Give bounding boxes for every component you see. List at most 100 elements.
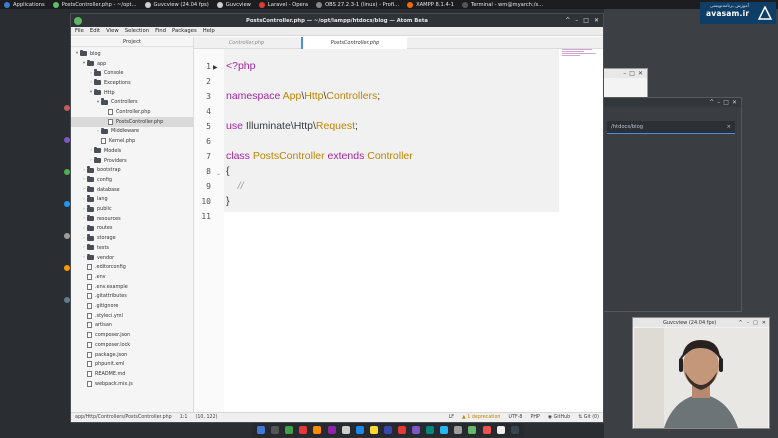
tree-folder[interactable]: › storage <box>71 233 193 243</box>
status-selection-count[interactable]: (10, 122) <box>195 415 217 420</box>
code-line[interactable]: use Illuminate\Http\Request; <box>226 120 358 132</box>
tree-file[interactable]: composer.lock <box>71 340 193 350</box>
close-icon[interactable]: ✕ <box>594 17 599 24</box>
minimize-icon[interactable]: – <box>575 17 578 24</box>
panel-task-5[interactable]: OBS 27.2.3-1 (linux) - Profi... <box>312 0 403 9</box>
tree-folder[interactable]: › tests <box>71 243 193 253</box>
restore-icon[interactable]: ^ <box>709 99 714 106</box>
tree-file[interactable]: .gitignore <box>71 301 193 311</box>
panel-task-4[interactable]: Laravel - Opera <box>255 0 312 9</box>
tree-file[interactable]: Controller.php <box>71 107 193 117</box>
webcam-window[interactable]: Guvcview (24.04 fps) ^ – □ ✕ <box>632 317 770 429</box>
tree-folder[interactable]: › Providers <box>71 156 193 166</box>
maximize-icon[interactable]: □ <box>629 70 635 77</box>
menu-packages[interactable]: Packages <box>172 28 197 34</box>
menu-file[interactable]: File <box>75 28 84 34</box>
path-field[interactable]: /htdocs/blog × <box>607 121 735 134</box>
minimize-icon[interactable]: – <box>623 70 626 77</box>
tree-file[interactable]: webpack.mix.js <box>71 379 193 389</box>
code-editor[interactable]: ▶ ⌄ 1 <?php 2 3 namespace App\Http\Controlle… <box>194 49 603 412</box>
code-line[interactable]: // <box>226 180 244 192</box>
dock-app-icon[interactable] <box>510 426 519 434</box>
tree-folder[interactable]: ▾ app <box>71 59 193 69</box>
dock-app-icon[interactable] <box>468 426 477 434</box>
background-window-small[interactable]: – □ ✕ <box>600 68 648 100</box>
status-cursor-position[interactable]: 1:1 <box>180 415 188 420</box>
dock-app-icon[interactable] <box>383 426 392 434</box>
tree-folder[interactable]: ▾ blog <box>71 49 193 59</box>
menu-view[interactable]: View <box>106 28 119 34</box>
dock-app-icon[interactable] <box>341 426 350 434</box>
tree-folder[interactable]: › vendor <box>71 253 193 263</box>
minimap[interactable] <box>562 49 602 61</box>
menu-find[interactable]: Find <box>155 28 166 34</box>
maximize-icon[interactable]: □ <box>583 17 589 24</box>
dock-app-icon[interactable] <box>369 426 378 434</box>
tree-folder[interactable]: › Models <box>71 146 193 156</box>
status-git[interactable]: ⇅ Git (0) <box>578 415 599 420</box>
tree-file[interactable]: package.json <box>71 350 193 360</box>
dock-app-icon[interactable] <box>257 426 266 434</box>
tree-folder[interactable]: › lang <box>71 195 193 205</box>
dock-app-icon[interactable] <box>313 426 322 434</box>
dock-app-icon[interactable] <box>271 426 280 434</box>
dock-app-icon[interactable] <box>327 426 336 434</box>
dock-app-icon[interactable] <box>355 426 364 434</box>
code-line[interactable]: { <box>226 165 230 177</box>
status-file-path[interactable]: app/Http/Controllers/PostsController.php <box>75 415 172 420</box>
dock-app-icon[interactable] <box>440 426 449 434</box>
panel-task-1[interactable]: PostsController.php - ~/opt... <box>49 0 141 9</box>
tree-folder[interactable]: › bootstrap <box>71 165 193 175</box>
menu-edit[interactable]: Edit <box>90 28 100 34</box>
menu-help[interactable]: Help <box>203 28 215 34</box>
panel-task-0[interactable]: Applications <box>0 0 49 9</box>
dock-app-icon[interactable] <box>426 426 435 434</box>
background-window-terminal[interactable]: ^ – □ ✕ /htdocs/blog × <box>602 97 742 312</box>
tree-file[interactable]: .editorconfig <box>71 262 193 272</box>
dock-app-icon[interactable] <box>482 426 491 434</box>
shade-icon[interactable]: ^ <box>738 320 742 326</box>
tree-file[interactable]: .styleci.yml <box>71 311 193 321</box>
panel-task-3[interactable]: Guvcview <box>213 0 255 9</box>
dock-app-icon[interactable] <box>496 426 505 434</box>
tree-folder[interactable]: ▾ Http <box>71 88 193 98</box>
dock-app-icon[interactable] <box>397 426 406 434</box>
tree-file[interactable]: .gitattributes <box>71 292 193 302</box>
shade-icon[interactable]: ^ <box>565 17 570 24</box>
close-icon[interactable]: ✕ <box>732 99 737 106</box>
tree-file[interactable]: PostsController.php <box>71 116 193 127</box>
tree-folder[interactable]: › config <box>71 175 193 185</box>
tree-folder[interactable]: › resources <box>71 214 193 224</box>
panel-task-2[interactable]: Guvcview (24.04 fps) <box>141 0 213 9</box>
maximize-icon[interactable]: □ <box>753 320 758 326</box>
close-icon[interactable]: ✕ <box>762 320 766 326</box>
dock-app-icon[interactable] <box>454 426 463 434</box>
status-deprecation[interactable]: ▲ 1 deprecation <box>462 415 500 420</box>
tree-file[interactable]: artisan <box>71 321 193 331</box>
tree-file[interactable]: README.md <box>71 369 193 379</box>
tree-folder[interactable]: › Console <box>71 68 193 78</box>
code-line[interactable]: <?php <box>226 60 256 72</box>
minimize-icon[interactable]: – <box>747 320 750 326</box>
close-icon[interactable]: ✕ <box>638 70 643 77</box>
status-github[interactable]: ◉ GitHub <box>548 415 570 420</box>
tree-file[interactable]: composer.json <box>71 330 193 340</box>
panel-task-7[interactable]: Terminal - wm@myarch:/s... <box>458 0 547 9</box>
tree-folder[interactable]: › Exceptions <box>71 78 193 88</box>
tree-folder[interactable]: › routes <box>71 224 193 234</box>
dock-app-icon[interactable] <box>285 426 294 434</box>
maximize-icon[interactable]: □ <box>723 99 729 106</box>
tree-folder[interactable]: ▾ Controllers <box>71 98 193 108</box>
code-line[interactable]: namespace App\Http\Controllers; <box>226 90 380 102</box>
minimize-icon[interactable]: – <box>717 99 720 106</box>
panel-task-6[interactable]: XAMPP 8.1.4-1 <box>403 0 458 9</box>
code-line[interactable]: } <box>226 195 230 207</box>
status-encoding[interactable]: UTF-8 <box>508 415 522 420</box>
tree-file[interactable]: phpunit.xml <box>71 359 193 369</box>
tab-controller[interactable]: Controller.php <box>194 37 299 49</box>
code-line[interactable]: class PostsController extends Controller <box>226 150 413 162</box>
status-line-ending[interactable]: LF <box>449 415 454 420</box>
clear-icon[interactable]: × <box>727 124 731 130</box>
status-grammar[interactable]: PHP <box>530 415 539 420</box>
tab-posts-controller[interactable]: PostsController.php <box>301 37 407 49</box>
